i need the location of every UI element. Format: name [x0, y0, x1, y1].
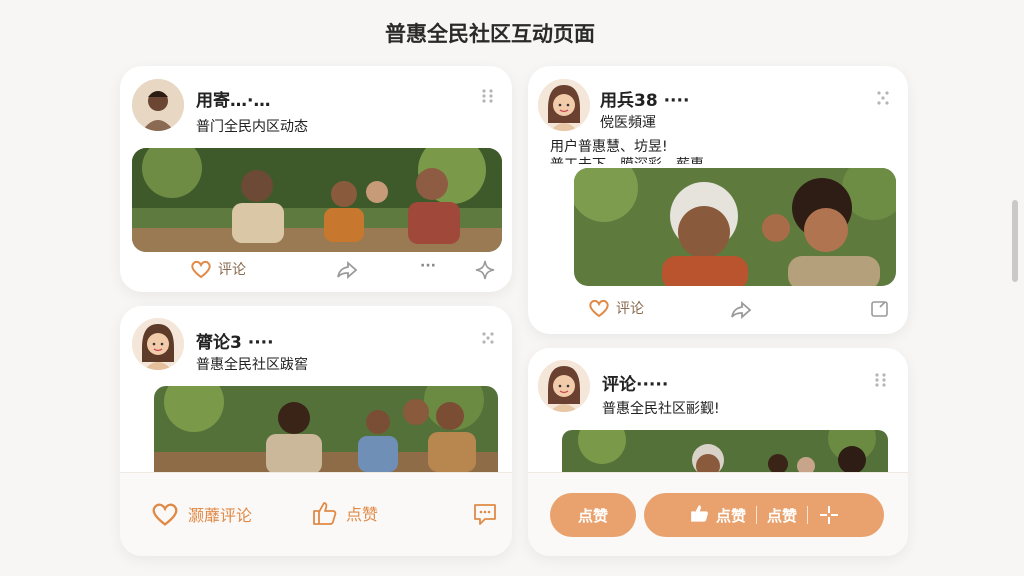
edit-icon[interactable]: [870, 299, 890, 319]
post-card-1: 用寄…·… 普门全民内区动态 评论 ···: [120, 66, 512, 292]
like-button[interactable]: 点赞: [678, 502, 756, 528]
scrollbar[interactable]: [1012, 200, 1018, 282]
sparkle-icon[interactable]: [474, 259, 496, 281]
comment-label: 灏蘼评论: [188, 506, 253, 525]
message-icon[interactable]: [472, 501, 498, 527]
avatar[interactable]: [132, 79, 184, 131]
like-label-a: 点赞: [715, 506, 746, 525]
sparkle-icon[interactable]: [808, 504, 850, 526]
post-photo[interactable]: [574, 168, 896, 286]
comment-button[interactable]: 灏蘼评论: [150, 501, 252, 527]
page-title: 普惠全民社区互动页面: [385, 22, 595, 46]
post-text-line-1: 用户普惠慧、坊昱!: [550, 139, 668, 155]
like-label-b: 点赞: [767, 506, 798, 525]
comment-label: 评论: [218, 262, 246, 278]
comment-button[interactable]: 评论: [588, 298, 644, 318]
share-icon[interactable]: [336, 260, 358, 280]
heart-icon: [190, 259, 212, 279]
expand-icon[interactable]: [481, 330, 495, 346]
heart-icon: [150, 501, 180, 527]
post-photo[interactable]: [132, 148, 502, 252]
grip-icon[interactable]: [481, 88, 495, 104]
share-icon[interactable]: [730, 300, 752, 320]
like-pill-label: 点赞: [577, 506, 608, 525]
post-action-bar: 灏蘼评论 点赞: [120, 472, 512, 556]
comment-label: 评论: [616, 301, 644, 317]
post-subtitle: 普惠全民社区跋窖: [196, 357, 308, 373]
avatar[interactable]: [538, 360, 590, 412]
comment-button[interactable]: 评论: [190, 259, 246, 279]
post-card-2: 用兵38 ···· 傥医頻運 用户普惠慧、坊昱! 普工未下，膜深彩、薪惠 评论: [528, 66, 908, 334]
heart-icon: [588, 298, 610, 318]
post-subtitle: 普惠全民社区彨觐!: [602, 401, 720, 417]
like-pill-button[interactable]: 点赞: [550, 493, 636, 537]
grip-icon[interactable]: [874, 372, 888, 388]
post-card-3: 膂论3 ···· 普惠全民社区跋窖 灏蘼评论 点赞: [120, 306, 512, 556]
like-action-group: 点赞 点赞: [644, 493, 884, 537]
like-button-secondary[interactable]: 点赞: [757, 505, 807, 526]
username[interactable]: 用兵38 ····: [600, 86, 689, 111]
username[interactable]: 评论·····: [602, 370, 668, 395]
post-photo[interactable]: [154, 386, 498, 474]
post-subtitle: 普门全民内区动态: [196, 119, 308, 135]
like-button[interactable]: 点赞: [310, 499, 378, 527]
thumbs-up-icon: [310, 499, 338, 527]
username[interactable]: 膂论3 ····: [196, 328, 274, 353]
username[interactable]: 用寄…·…: [196, 86, 270, 111]
expand-icon[interactable]: [876, 90, 890, 106]
post-card-4: 评论····· 普惠全民社区彨觐! 点赞 点赞 点赞: [528, 348, 908, 556]
post-action-bar: 点赞 点赞 点赞: [528, 472, 908, 556]
thumbs-up-icon: [688, 502, 710, 528]
post-text-line-2: 普工未下，膜深彩、薪惠: [550, 154, 704, 164]
avatar[interactable]: [132, 318, 184, 370]
post-photo[interactable]: [562, 430, 888, 472]
like-label: 点赞: [346, 505, 379, 524]
avatar[interactable]: [538, 79, 590, 131]
more-icon[interactable]: ···: [420, 258, 436, 274]
post-subtitle: 傥医頻運: [600, 115, 656, 131]
